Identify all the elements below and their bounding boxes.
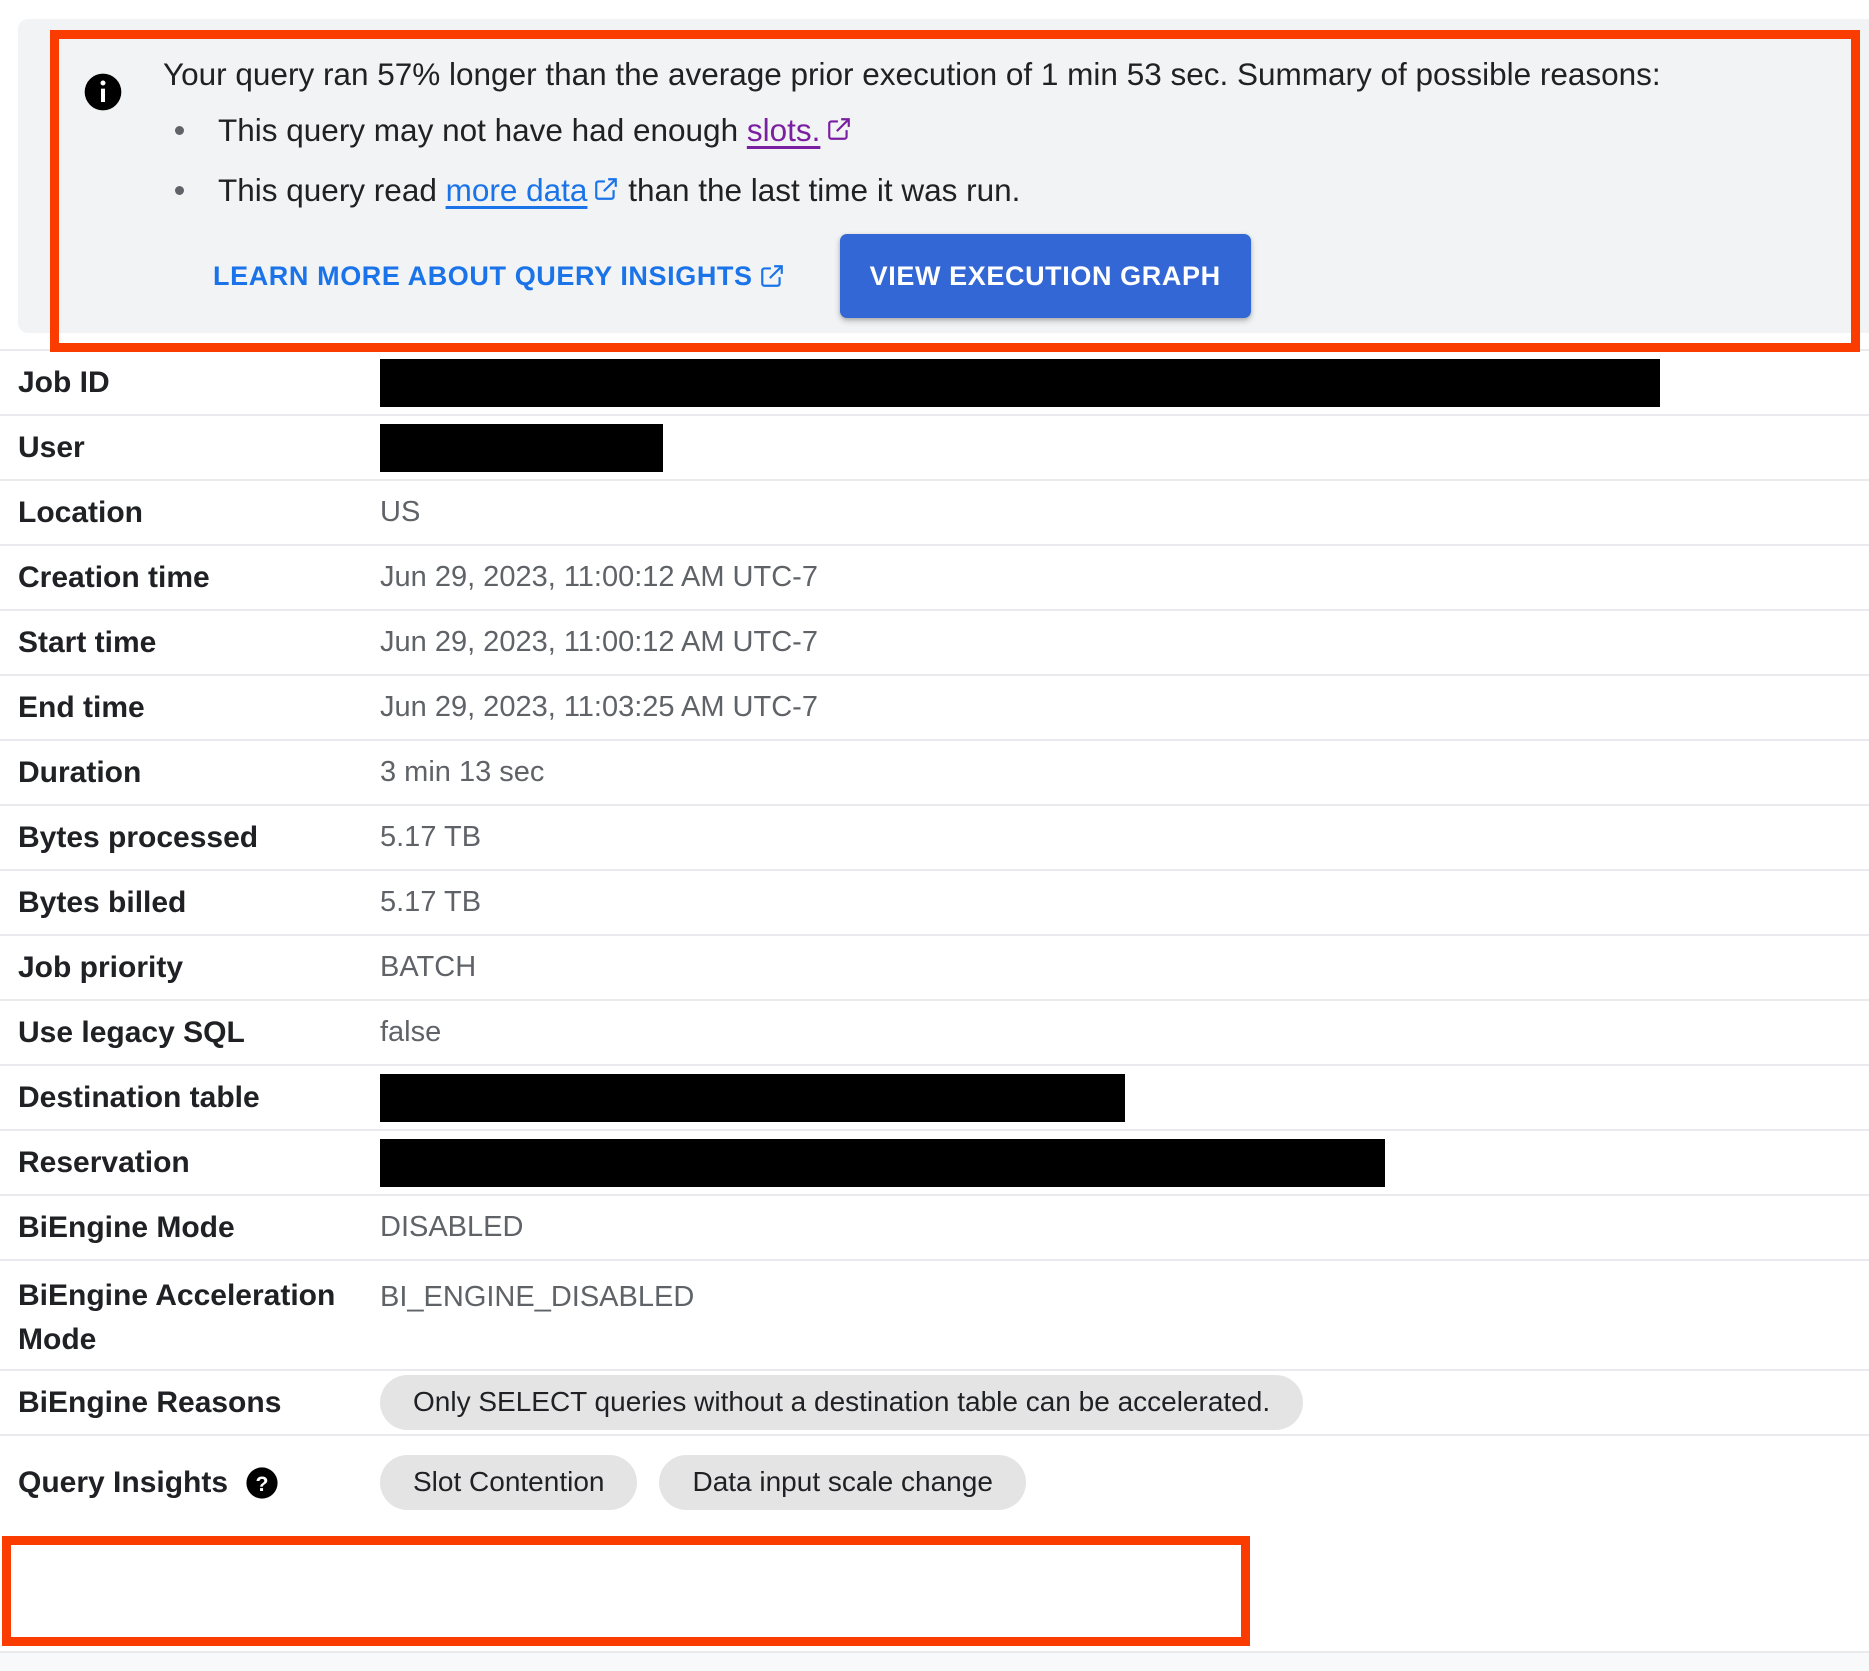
job-details-table: Job ID User Location US Creation time Ju… — [0, 349, 1869, 1529]
table-row: Duration 3 min 13 sec — [0, 739, 1869, 804]
row-value: 5.17 TB — [380, 886, 482, 919]
banner-reason-item: This query read more data than the last … — [163, 170, 1859, 210]
row-label: Creation time — [18, 560, 210, 594]
row-label: BiEngine Acceleration Mode — [18, 1279, 336, 1356]
table-row-query-insights: Query Insights ? Slot Contention Data in… — [0, 1434, 1869, 1529]
banner-headline: Your query ran 57% longer than the avera… — [163, 56, 1661, 92]
row-value: US — [380, 496, 421, 529]
help-icon[interactable]: ? — [245, 1466, 279, 1500]
query-insight-chip-slot-contention[interactable]: Slot Contention — [380, 1455, 638, 1510]
info-icon — [83, 72, 123, 112]
banner-reason-list: This query may not have had enough slots… — [163, 110, 1859, 211]
banner-reason-item: This query may not have had enough slots… — [163, 110, 1859, 150]
external-link-icon[interactable] — [593, 176, 619, 202]
row-label: Start time — [18, 625, 157, 659]
row-value — [380, 423, 1869, 472]
table-row: BiEngine Mode DISABLED — [0, 1194, 1869, 1259]
slots-link[interactable]: slots. — [747, 112, 821, 148]
redacted-value — [380, 423, 663, 472]
banner-actions: LEARN MORE ABOUT QUERY INSIGHTS VIEW EXE… — [213, 234, 1251, 318]
reason-prefix: This query read — [218, 171, 446, 208]
bullet-dot — [175, 186, 184, 196]
more-data-link[interactable]: more data — [446, 172, 588, 208]
banner-text-block: Your query ran 57% longer than the avera… — [163, 50, 1859, 230]
external-link-icon — [759, 263, 785, 289]
redacted-value — [380, 1073, 1125, 1122]
row-label: User — [18, 430, 85, 464]
footer-strip — [0, 1651, 1869, 1671]
table-row: Creation time Jun 29, 2023, 11:00:12 AM … — [0, 544, 1869, 609]
row-value: Jun 29, 2023, 11:03:25 AM UTC-7 — [380, 691, 818, 724]
learn-more-about-query-insights-link[interactable]: LEARN MORE ABOUT QUERY INSIGHTS — [213, 261, 785, 292]
row-label: Use legacy SQL — [18, 1015, 245, 1049]
row-label: Job priority — [18, 950, 184, 984]
row-label: Job ID — [18, 365, 110, 399]
table-row: BiEngine Acceleration Mode BI_ENGINE_DIS… — [0, 1259, 1869, 1369]
row-value: Only SELECT queries without a destinatio… — [380, 1375, 1869, 1430]
query-insights-chips: Slot Contention Data input scale change — [380, 1455, 1869, 1510]
table-row: BiEngine Reasons Only SELECT queries wit… — [0, 1369, 1869, 1434]
reason-suffix: than the last time it was run. — [619, 171, 1021, 208]
row-label: Location — [18, 495, 143, 529]
table-row: Use legacy SQL false — [0, 999, 1869, 1064]
query-job-details-page: Your query ran 57% longer than the avera… — [0, 0, 1869, 1671]
row-label: Bytes processed — [18, 820, 259, 854]
table-row: Reservation — [0, 1129, 1869, 1194]
row-value — [380, 358, 1869, 407]
row-label: BiEngine Reasons — [18, 1385, 282, 1419]
row-value: false — [380, 1016, 442, 1049]
row-value: Slot Contention Data input scale change — [380, 1455, 1869, 1510]
table-row: Destination table — [0, 1064, 1869, 1129]
table-row: End time Jun 29, 2023, 11:03:25 AM UTC-7 — [0, 674, 1869, 739]
redacted-value — [380, 358, 1660, 407]
row-label-container: Query Insights ? — [0, 1461, 380, 1505]
biengine-reason-chip: Only SELECT queries without a destinatio… — [380, 1375, 1304, 1430]
row-label: Duration — [18, 755, 142, 789]
bullet-dot — [175, 125, 184, 135]
learn-more-label: LEARN MORE ABOUT QUERY INSIGHTS — [213, 260, 753, 291]
table-row: Bytes processed 5.17 TB — [0, 804, 1869, 869]
table-row: Job ID — [0, 349, 1869, 414]
row-label: BiEngine Mode — [18, 1210, 235, 1244]
row-value — [380, 1138, 1869, 1187]
query-insights-label: Query Insights — [18, 1465, 229, 1499]
row-label: Bytes billed — [18, 885, 187, 919]
table-row: Bytes billed 5.17 TB — [0, 869, 1869, 934]
row-value: Jun 29, 2023, 11:00:12 AM UTC-7 — [380, 561, 818, 594]
row-label: Reservation — [18, 1145, 190, 1179]
row-value: BI_ENGINE_DISABLED — [380, 1281, 695, 1313]
row-value: 3 min 13 sec — [380, 756, 545, 789]
view-execution-graph-button[interactable]: VIEW EXECUTION GRAPH — [839, 234, 1251, 318]
row-value: BATCH — [380, 951, 477, 984]
table-row: User — [0, 414, 1869, 479]
row-value: 5.17 TB — [380, 821, 482, 854]
row-value: DISABLED — [380, 1211, 524, 1244]
biengine-reasons-chips: Only SELECT queries without a destinatio… — [380, 1375, 1869, 1430]
svg-text:?: ? — [256, 1471, 269, 1495]
table-row: Job priority BATCH — [0, 934, 1869, 999]
annotation-box-query-insights — [2, 1536, 1250, 1646]
row-value: Jun 29, 2023, 11:00:12 AM UTC-7 — [380, 626, 818, 659]
row-value — [380, 1073, 1869, 1122]
redacted-value — [380, 1138, 1385, 1187]
external-link-icon[interactable] — [826, 116, 852, 142]
query-insights-banner: Your query ran 57% longer than the avera… — [18, 19, 1869, 333]
query-insight-chip-data-input-scale-change[interactable]: Data input scale change — [659, 1455, 1026, 1510]
table-row: Location US — [0, 479, 1869, 544]
row-label: Destination table — [18, 1080, 260, 1114]
row-label: End time — [18, 690, 145, 724]
table-row: Start time Jun 29, 2023, 11:00:12 AM UTC… — [0, 609, 1869, 674]
reason-prefix: This query may not have had enough — [218, 111, 747, 148]
